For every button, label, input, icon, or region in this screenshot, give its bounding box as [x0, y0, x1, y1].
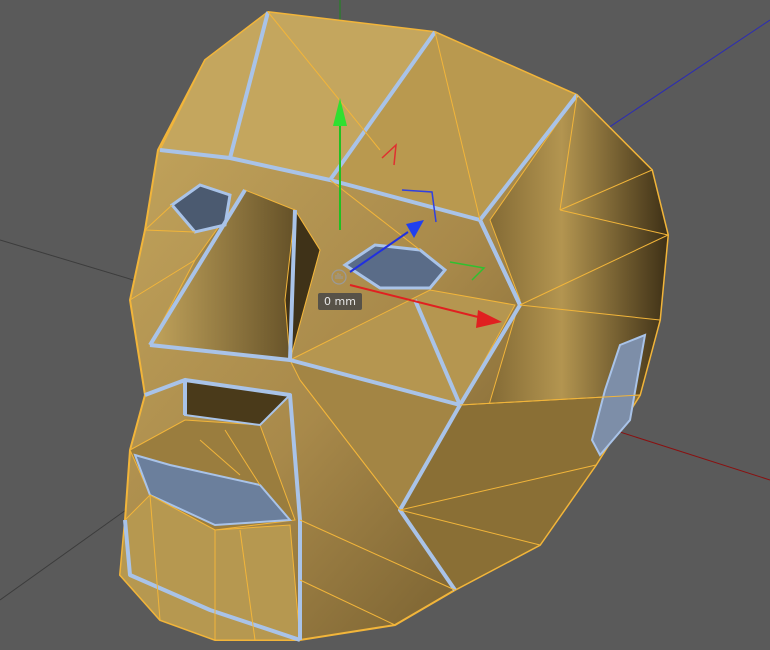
head-mesh[interactable]	[118, 10, 670, 642]
measure-readout: 0 mm	[318, 293, 362, 310]
3d-viewport[interactable]: 0 mm	[0, 0, 770, 650]
world-axis-neutral-2	[0, 499, 141, 601]
scene-canvas[interactable]	[0, 0, 770, 650]
hand-cursor-icon	[331, 269, 347, 285]
world-axis-neutral	[0, 239, 151, 286]
